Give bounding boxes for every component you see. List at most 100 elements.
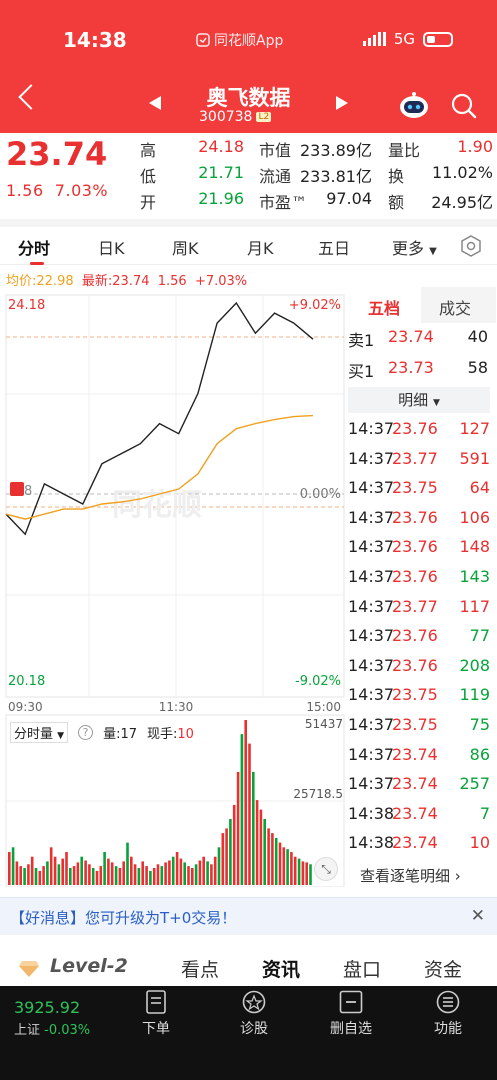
close-icon[interactable]: ✕ — [471, 906, 485, 926]
trade-price: 23.74 — [392, 774, 438, 794]
search-icon[interactable] — [451, 93, 477, 119]
volume-bar — [95, 870, 99, 885]
trade-volume: 7 — [479, 803, 490, 823]
remove-icon — [339, 990, 363, 1014]
trade-time: 14:37 — [348, 626, 395, 646]
tab-daily-k[interactable]: 日K — [98, 235, 125, 259]
bid-label: 买1 — [348, 362, 375, 381]
now-hand-value: 10 — [177, 727, 194, 742]
trade-row: 14:37 23.76 143 — [348, 563, 494, 592]
next-stock-icon[interactable] — [336, 96, 348, 110]
tab-weekly-k[interactable]: 周K — [172, 235, 199, 259]
tab-funds[interactable]: 资金 — [424, 955, 462, 982]
volume-bar — [69, 868, 72, 885]
status-app-name: 同花顺App — [196, 30, 283, 50]
trade-volume: 106 — [459, 507, 490, 527]
volume-bar — [23, 868, 26, 885]
trade-time: 14:37 — [348, 655, 395, 675]
intraday-chart[interactable]: 同花顺 8 24.18 +9.02% 0.00% 20.18 -9.02% 09… — [0, 287, 345, 888]
trade-price: 23.76 — [392, 537, 438, 557]
volume-bar — [282, 847, 286, 885]
ask-volume: 40 — [467, 327, 488, 346]
tab-kandian[interactable]: 看点 — [181, 955, 219, 982]
tab-five-day[interactable]: 五日 — [318, 235, 350, 259]
volume-bar — [149, 870, 152, 885]
settings-icon[interactable] — [460, 235, 482, 257]
trade-time: 14:37 — [348, 567, 395, 586]
order-button[interactable]: 下单 — [121, 990, 191, 1038]
volume-type-label: 分时量 — [14, 727, 54, 742]
diagnose-button[interactable]: 诊股 — [219, 990, 289, 1038]
volume-bar — [305, 862, 308, 885]
current-price: 23.74 — [6, 135, 108, 173]
help-icon[interactable]: ? — [78, 725, 94, 740]
tab-more[interactable]: 更多 ▼ — [392, 235, 437, 259]
fullscreen-icon[interactable]: ⤡ — [314, 857, 338, 881]
now-hand-row: 现手:10 — [147, 723, 194, 742]
tab-intraday[interactable]: 分时 — [18, 235, 50, 259]
volume-bar — [88, 864, 91, 885]
chart-tabs: 分时 日K 周K 月K 五日 更多 ▼ — [0, 227, 497, 265]
volume-bar — [297, 858, 301, 885]
tab-trades[interactable]: 成交 — [421, 287, 496, 323]
index-widget[interactable]: 3925.92 上证 -0.03% — [14, 998, 104, 1038]
tab-more-label: 更多 — [392, 239, 425, 258]
pe-value: 97.04 — [326, 189, 372, 208]
tab-pankou[interactable]: 盘口 — [343, 955, 381, 982]
volume-bar — [290, 852, 293, 885]
trade-row: 14:37 23.74 257 — [348, 770, 494, 799]
trade-price: 23.77 — [392, 596, 438, 616]
trade-time: 14:37 — [348, 419, 395, 438]
volume-type-select[interactable]: 分时量 ▼ — [10, 722, 69, 743]
trade-row: 14:37 23.75 119 — [348, 681, 494, 710]
volume-bar — [8, 852, 11, 885]
bottom-price-label: 20.18 — [8, 674, 45, 689]
trade-price: 23.76 — [392, 655, 438, 675]
remove-watchlist-button[interactable]: 删自选 — [316, 990, 386, 1038]
volume-bar — [267, 828, 270, 885]
trade-volume: 127 — [459, 419, 490, 438]
volume-bar — [53, 856, 57, 885]
trade-time: 14:37 — [348, 507, 395, 527]
app-header: 14:38 同花顺App 5G 奥飞数据 300738 L2 — [0, 0, 497, 133]
stock-code-row: 300738 L2 — [199, 109, 272, 125]
tab-level2[interactable]: Level-2 — [50, 955, 128, 977]
trade-price: 23.74 — [392, 744, 438, 764]
volume-bar — [263, 819, 266, 885]
tab-five-level[interactable]: 五档 — [346, 287, 421, 323]
see-detail-link[interactable]: 查看逐笔明细 › — [360, 865, 461, 886]
amount-label: 额 — [388, 193, 405, 212]
mid-price-label: 8 — [24, 484, 32, 499]
dropdown-icon: ▼ — [432, 398, 440, 408]
ask-label: 卖1 — [348, 331, 375, 350]
volume-bar — [114, 866, 118, 885]
detail-dropdown[interactable]: 明细 ▼ — [348, 387, 490, 413]
tab-news[interactable]: 资讯 — [262, 955, 300, 982]
volume-bar — [164, 862, 167, 885]
detail-label: 明细 — [398, 391, 429, 409]
see-detail-label: 查看逐笔明细 — [360, 867, 451, 885]
volume-bar — [236, 771, 240, 885]
menu-icon — [436, 990, 460, 1014]
volume-bar — [244, 720, 247, 885]
volume-bar — [46, 861, 49, 885]
price-change: 1.56 7.03% — [6, 181, 108, 200]
volume-bar — [141, 861, 144, 885]
volume-legend: 分时量 ▼ ? 量:17 现手:10 — [10, 722, 194, 743]
volume-bar — [152, 868, 156, 885]
volume-ratio-value: 1.90 — [457, 137, 493, 156]
functions-button[interactable]: 功能 — [413, 990, 483, 1038]
order-label: 下单 — [142, 1021, 170, 1037]
volume-bar — [309, 864, 312, 885]
volume-bar — [232, 804, 236, 885]
trade-row: 14:38 23.74 10 — [348, 829, 494, 858]
promo-banner[interactable]: 【好消息】您可升级为T+0交易！ ✕ — [0, 897, 497, 935]
status-indicators: 5G — [362, 30, 453, 48]
robot-assistant-icon[interactable] — [398, 91, 430, 119]
trade-time: 14:37 — [348, 596, 395, 616]
volume-bar — [27, 864, 30, 885]
tab-monthly-k[interactable]: 月K — [247, 235, 274, 259]
volume-bar — [225, 828, 228, 885]
trade-row: 14:37 23.76 208 — [348, 652, 494, 681]
section-divider — [0, 219, 497, 227]
